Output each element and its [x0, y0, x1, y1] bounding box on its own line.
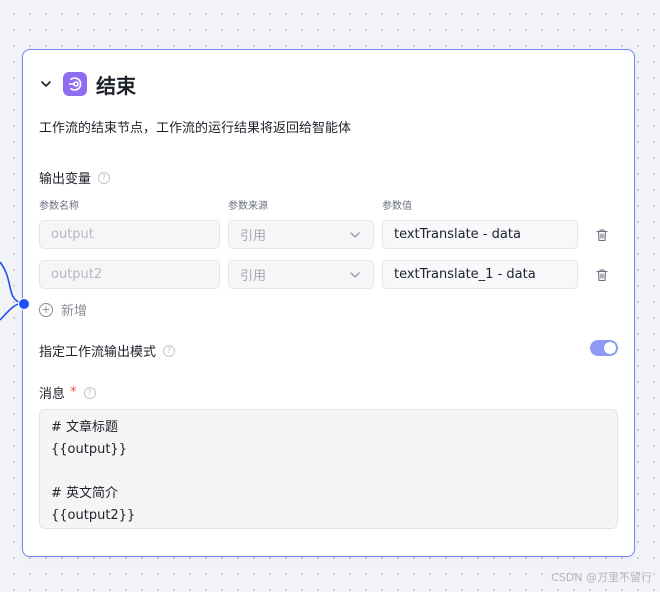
param-source-value: 引用	[240, 229, 267, 244]
add-output-button[interactable]: + 新增	[39, 300, 87, 319]
param-source-value: 引用	[240, 269, 267, 284]
chevron-down-icon[interactable]	[39, 77, 53, 91]
add-output-label: 新增	[61, 304, 88, 319]
message-label: 消息 * ?	[39, 383, 96, 402]
toggle-knob	[604, 342, 616, 354]
param-value-field[interactable]: textTranslate - data	[382, 220, 578, 249]
input-port-handle[interactable]	[18, 298, 30, 310]
chevron-down-icon	[350, 271, 360, 278]
required-mark: *	[70, 385, 77, 400]
node-header: 结束	[39, 70, 136, 98]
end-node-card[interactable]: 结束 工作流的结束节点，工作流的运行结果将返回给智能体 输出变量 ? 参数名称 …	[18, 49, 635, 557]
output-mode-text: 指定工作流输出模式	[39, 345, 157, 360]
end-node-icon	[63, 72, 87, 96]
param-name-input[interactable]: output2	[39, 260, 220, 289]
column-header-source: 参数来源	[228, 201, 268, 212]
column-header-value: 参数值	[382, 201, 412, 212]
param-name-input[interactable]: output	[39, 220, 220, 249]
chevron-down-icon	[350, 231, 360, 238]
column-header-name: 参数名称	[39, 201, 79, 212]
param-value-field[interactable]: textTranslate_1 - data	[382, 260, 578, 289]
message-label-text: 消息	[39, 387, 66, 402]
node-title: 结束	[96, 73, 136, 98]
trash-icon[interactable]	[595, 268, 609, 282]
message-editor[interactable]: # 文章标题 {{output}} # 英文简介 {{output2}}	[39, 409, 618, 529]
help-circle-icon[interactable]: ?	[163, 344, 176, 357]
output-variables-label: 输出变量 ?	[39, 168, 111, 187]
param-source-select[interactable]: 引用	[228, 260, 374, 289]
watermark: CSDN @万里不留行	[551, 571, 652, 584]
output-mode-toggle[interactable]	[590, 340, 618, 356]
output-mode-label: 指定工作流输出模式 ?	[39, 341, 176, 360]
node-description: 工作流的结束节点，工作流的运行结果将返回给智能体	[39, 121, 352, 136]
help-circle-icon[interactable]: ?	[83, 386, 96, 399]
param-source-select[interactable]: 引用	[228, 220, 374, 249]
output-variables-text: 输出变量	[39, 172, 92, 187]
trash-icon[interactable]	[595, 228, 609, 242]
help-circle-icon[interactable]: ?	[98, 171, 111, 184]
plus-circle-icon: +	[39, 302, 53, 317]
